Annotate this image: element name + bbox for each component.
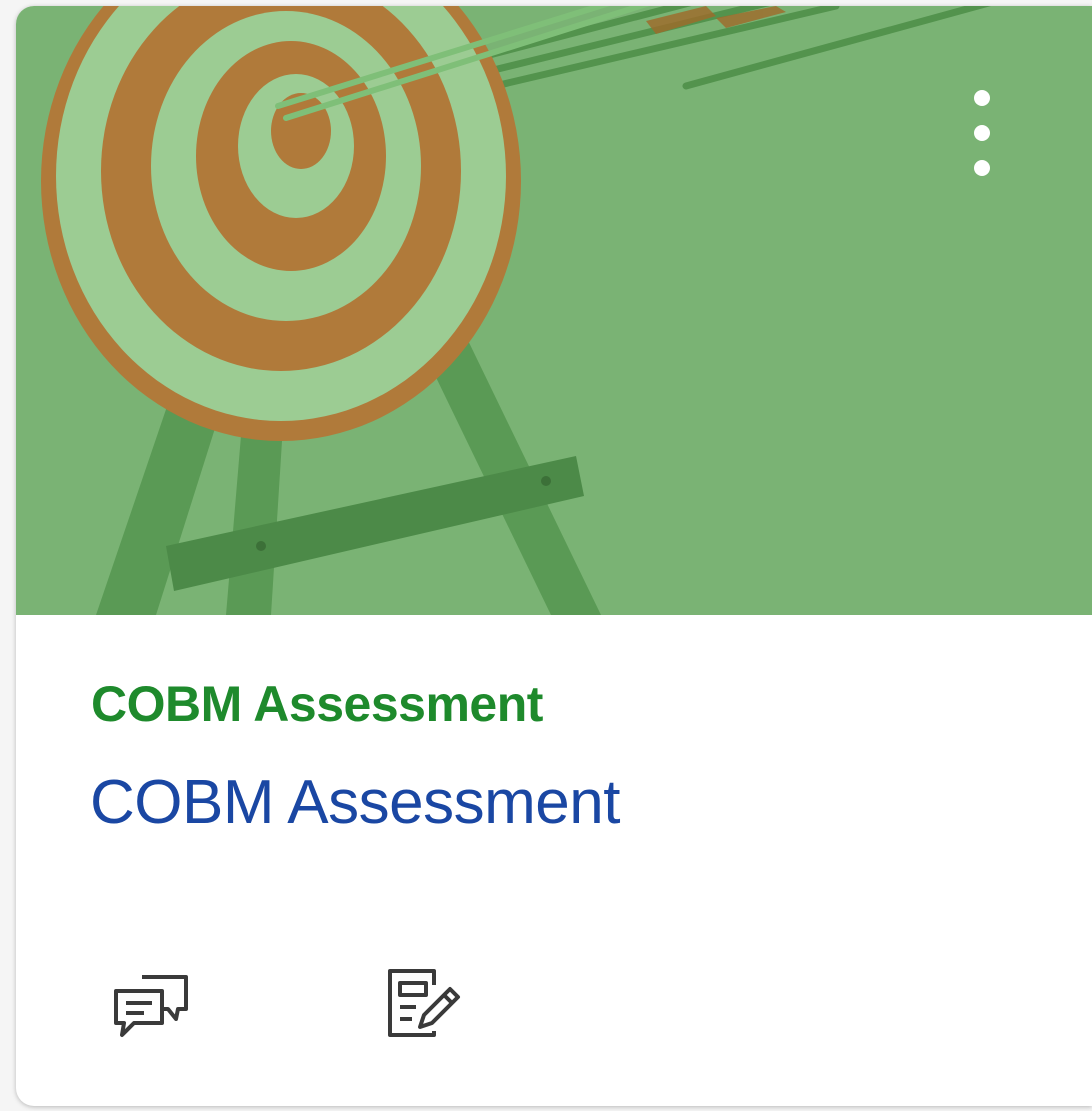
assignments-button[interactable] xyxy=(384,965,464,1045)
course-code-link[interactable]: COBM Assessment xyxy=(91,675,543,733)
course-name[interactable]: COBM Assessment xyxy=(90,767,620,838)
course-card-body: COBM Assessment COBM Assessment xyxy=(16,615,1092,1106)
discussions-icon xyxy=(114,975,188,1037)
assignments-icon xyxy=(388,969,460,1037)
kebab-menu-icon[interactable] xyxy=(964,86,1000,186)
discussions-button[interactable] xyxy=(108,965,188,1045)
archery-target-image xyxy=(41,6,992,615)
course-card[interactable]: COBM Assessment COBM Assessment xyxy=(16,6,1092,1106)
course-card-image[interactable] xyxy=(16,6,1092,615)
